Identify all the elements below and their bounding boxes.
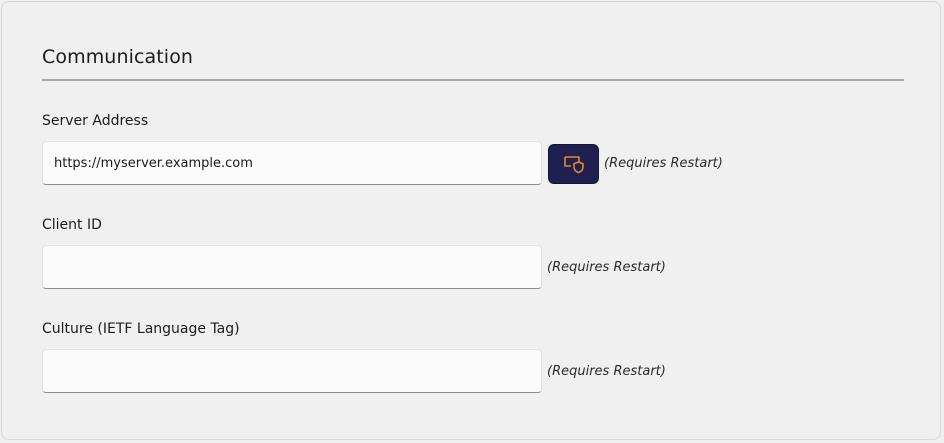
- culture-label: Culture (IETF Language Tag): [42, 321, 240, 337]
- culture-restart-note: (Requires Restart): [547, 364, 666, 379]
- section-title: Communication: [42, 46, 194, 68]
- shield-certificate-icon: [563, 156, 584, 174]
- client-id-input[interactable]: [42, 245, 542, 289]
- server-address-input[interactable]: [42, 141, 542, 185]
- client-id-restart-note: (Requires Restart): [547, 260, 666, 275]
- settings-panel: Communication Server Address (Requires R…: [1, 1, 941, 440]
- client-id-label: Client ID: [42, 217, 102, 233]
- certificate-button[interactable]: [548, 144, 599, 184]
- culture-input[interactable]: [42, 349, 542, 393]
- server-address-restart-note: (Requires Restart): [604, 156, 723, 171]
- server-address-label: Server Address: [42, 113, 149, 129]
- section-divider: [42, 79, 904, 81]
